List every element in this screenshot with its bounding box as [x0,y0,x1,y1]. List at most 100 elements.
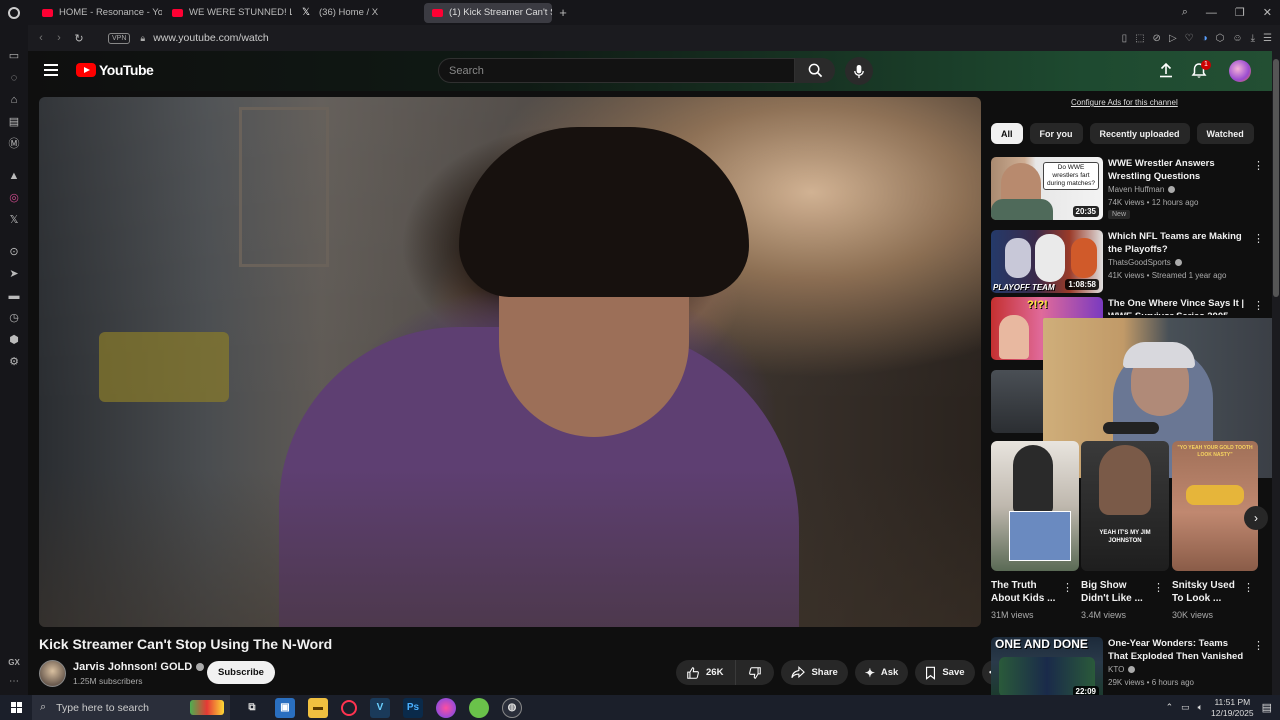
clock[interactable]: 11:51 PM 12/19/2025 [1211,697,1254,719]
network-icon[interactable]: ▭ [1181,702,1190,713]
more-vertical-icon[interactable]: ⋮ [1153,581,1164,594]
create-button[interactable] [1158,62,1174,83]
adblock-icon[interactable]: ⊘ [1153,33,1161,44]
chip-watched[interactable]: Watched [1196,123,1254,144]
forward-icon[interactable]: › [50,32,68,44]
chip-recently-uploaded[interactable]: Recently uploaded [1089,123,1190,144]
gx-control-icon[interactable]: ▭ [7,49,21,63]
recommendation-item[interactable]: Do WWE wrestlers fart during matches? 20… [991,157,1266,221]
close-icon[interactable]: ✕ [1263,6,1272,19]
send-icon[interactable]: ➤ [7,267,21,281]
tab-we-were-stunned[interactable]: WE WERE STUNNED! Lo [164,3,292,23]
download-icon[interactable]: ⤓ [1251,33,1255,44]
account-avatar[interactable] [1229,60,1251,82]
more-vertical-icon[interactable]: ⋮ [1253,232,1264,245]
search-input[interactable] [439,59,769,82]
wallet-icon[interactable]: ▬ [7,289,21,303]
notification-center-icon[interactable]: ▤ [1262,701,1272,714]
channel-name-wrap[interactable]: Jarvis Johnson! GOLD [73,661,205,673]
url-field[interactable]: www.youtube.com/watch [153,32,269,44]
opera-gx-icon[interactable] [341,699,357,716]
easy-setup-icon[interactable]: ☰ [1263,33,1272,44]
restore-icon[interactable]: ❐ [1235,6,1245,19]
chevron-up-icon[interactable]: ⌃ [1166,702,1174,713]
tab-search-icon[interactable]: ⌕ [1182,6,1188,19]
gx-cleaner-icon[interactable]: ◌ [7,71,21,85]
lock-icon[interactable]: 🔒︎ [140,33,145,44]
ask-button[interactable]: ✦ Ask [854,660,909,685]
short-thumbnail[interactable]: "YO YEAH YOUR GOLD TOOTH LOOK NASTY" [1172,441,1258,571]
page-scrollbar[interactable] [1272,51,1280,695]
messenger-icon[interactable] [436,697,456,718]
photoshop-icon[interactable]: Ps [403,697,423,718]
extensions-icon[interactable]: ⬡ [1216,33,1225,44]
minimize-icon[interactable]: — [1206,7,1217,19]
search-button[interactable] [795,58,835,83]
scrollbar-thumb[interactable] [1273,59,1279,297]
x-icon[interactable]: 𝕏 [7,213,21,227]
recommendation-title[interactable]: The One Where Vince Says It | WWE Surviv… [1108,297,1245,315]
tab-kick-streamer[interactable]: (1) Kick Streamer Can't St [424,2,552,23]
dislike-button[interactable] [735,660,775,685]
recommendation-item[interactable]: PLAYOFF TEAM 1:08:58 Which NFL Teams are… [991,230,1266,294]
recommendation-title[interactable]: WWE Wrestler Answers Wrestling Questions [1108,157,1245,183]
chip-for-you[interactable]: For you [1029,123,1083,144]
gx-label[interactable]: GX [8,658,20,667]
short-title[interactable]: The Truth About Kids ... [991,579,1066,605]
share-button[interactable]: Share [781,660,848,685]
news-icon[interactable]: ▤ [7,115,21,129]
short-title[interactable]: Big Show Didn't Like ... [1081,579,1156,605]
settings-icon[interactable]: ⚙ [7,355,21,369]
start-button[interactable] [0,695,32,720]
tab-home-resonance[interactable]: HOME - Resonance - You [34,3,162,23]
new-tab-button[interactable]: + [554,5,572,20]
aria-icon[interactable]: ◑ [1202,33,1208,44]
player-sidebar-icon[interactable]: ⊙ [7,245,21,259]
recommendation-channel[interactable]: KTO [1108,665,1136,674]
instagram-icon[interactable]: ◎ [7,191,21,205]
video-thumbnail[interactable] [991,370,1043,433]
video-thumbnail[interactable]: ONE AND DONE 22:09 [991,637,1103,695]
save-button[interactable]: Save [915,660,975,685]
more-icon[interactable]: ⋯ [9,676,19,687]
shorts-next-button[interactable]: › [1244,506,1268,530]
hot-tabs-icon[interactable]: ⌂ [7,93,21,107]
youtube-logo[interactable]: YouTube [76,62,154,78]
channel-label[interactable]: KTO [1108,665,1124,674]
file-explorer-icon[interactable]: ▬ [308,697,328,718]
cube-icon[interactable]: ⬢ [7,333,21,347]
m-icon[interactable]: Ⓜ [7,137,21,151]
tab-x-home[interactable]: 𝕏 (36) Home / X [294,3,422,23]
more-vertical-icon[interactable]: ⋮ [1062,581,1073,594]
channel-avatar[interactable] [39,660,66,687]
reload-icon[interactable]: ↻ [70,32,88,45]
like-button[interactable]: 26K [676,660,736,685]
recommendation-title[interactable]: One-Year Wonders: Teams That Exploded Th… [1108,637,1245,663]
recommendation-item[interactable]: ONE AND DONE 22:09 One-Year Wonders: Tea… [991,637,1266,695]
task-view-icon[interactable]: ⧉ [242,698,262,718]
video-thumbnail[interactable]: PLAYOFF TEAM 1:08:58 [991,230,1103,293]
recommendation-channel[interactable]: ThatsGoodSports [1108,258,1182,267]
twitch-icon[interactable]: ▲ [7,169,21,183]
snapshot-icon[interactable]: ⬚ [1135,33,1144,44]
more-vertical-icon[interactable]: ⋮ [1243,581,1254,594]
video-thumbnail[interactable]: Do WWE wrestlers fart during matches? 20… [991,157,1103,220]
obs-icon[interactable]: ◍ [502,697,522,718]
history-icon[interactable]: ◷ [7,311,21,325]
recommendation-channel[interactable]: Maven Huffman [1108,185,1176,194]
chip-all[interactable]: All [991,123,1023,144]
channel-label[interactable]: ThatsGoodSports [1108,258,1171,267]
configure-ads-link[interactable]: Configure Ads for this channel [1071,98,1178,107]
desktop-app-icon[interactable]: ▣ [275,697,295,718]
subscribe-button[interactable]: Subscribe [207,661,275,684]
short-thumbnail[interactable]: YEAH IT'S MY JIM JOHNSTON [1081,441,1169,571]
opera-menu-icon[interactable] [0,0,28,25]
channel-label[interactable]: Maven Huffman [1108,185,1164,194]
recommendation-title[interactable]: Which NFL Teams are Making the Playoffs? [1108,230,1245,256]
more-vertical-icon[interactable]: ⋮ [1253,159,1264,172]
vpn-badge[interactable]: VPN [108,32,131,44]
channel-name[interactable]: Jarvis Johnson! GOLD [73,661,192,673]
more-vertical-icon[interactable]: ⋮ [1253,299,1264,312]
player-icon[interactable]: ▷ [1169,33,1177,44]
profile-icon[interactable]: ☺ [1232,33,1242,44]
